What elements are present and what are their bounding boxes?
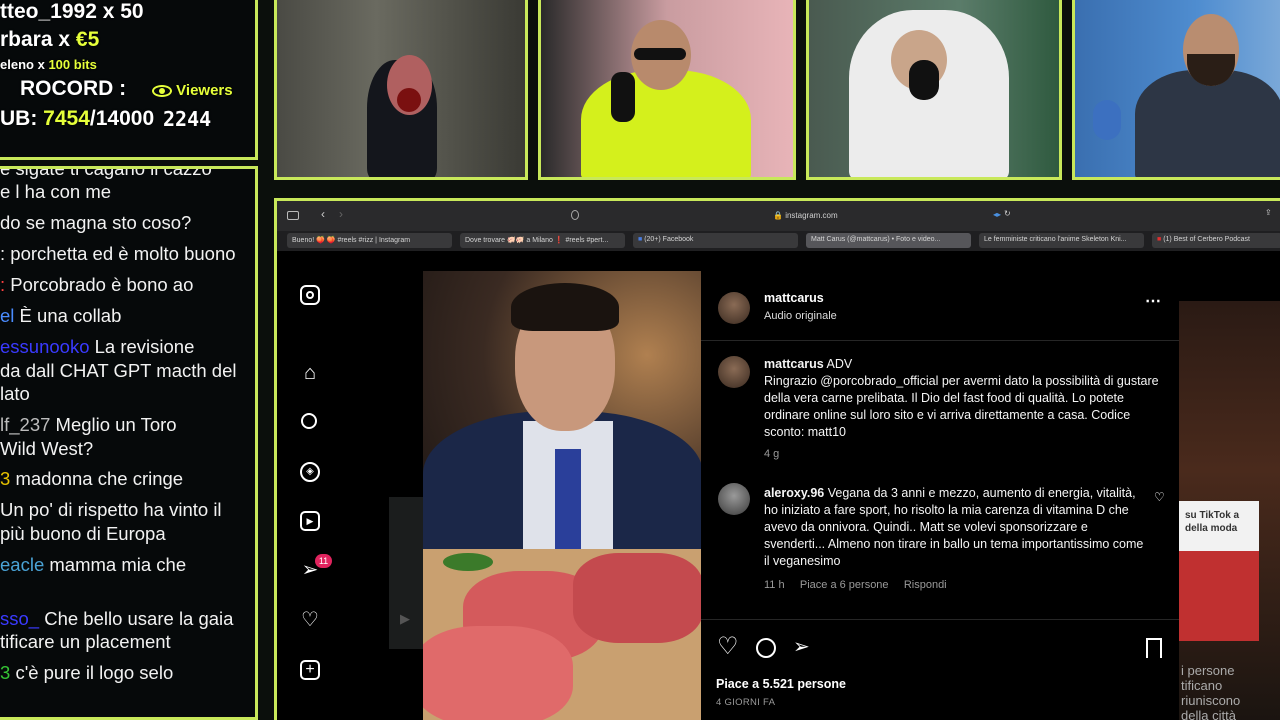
browser-tab-active[interactable]: Matt Carus (@mattcarus) • Foto e video..… <box>806 233 971 248</box>
instagram-logo-icon[interactable] <box>297 282 323 308</box>
url-text: instagram.com <box>785 211 838 220</box>
comment-time: 11 h <box>764 579 785 591</box>
chat-message: Un po' di rispetto ha vinto il <box>0 499 222 520</box>
avatar[interactable] <box>718 292 750 324</box>
browser-window: ‹ › 🔒 instagram.com ◂▸ ↻ ⇪ Bueno! 🍑 🍑 #r… <box>274 198 1280 720</box>
play-icon: ▶ <box>400 611 410 626</box>
chat-message: el È una collab <box>0 305 122 326</box>
side-text: i persone tificano riuniscono della città <box>1181 663 1241 720</box>
browser-tab[interactable]: Bueno! 🍑 🍑 #reels #rizz | Instagram <box>287 233 452 248</box>
donation-line-1: tteo_1992 x 50 <box>0 0 144 23</box>
webcam-4 <box>1072 0 1280 180</box>
search-icon[interactable] <box>297 409 323 435</box>
chat-message: eacle mamma mia che <box>0 554 187 575</box>
record-label: ROCORD : <box>20 77 127 100</box>
comment: aleroxy.96 Vegana da 3 anni e mezzo, aum… <box>764 485 1144 570</box>
microphone-icon <box>909 60 939 100</box>
eye-icon <box>152 85 172 98</box>
sidebar-toggle-icon[interactable] <box>287 211 299 220</box>
share-icon[interactable]: ➢ <box>793 635 810 659</box>
chat-message: : Porcobrado è bono ao <box>0 274 194 295</box>
browser-tab[interactable]: Le femministe criticano l'anime Skeleton… <box>979 233 1144 248</box>
caption-text: Ringrazio @porcobrado_official per averm… <box>764 374 1159 439</box>
webcam-3 <box>806 0 1062 180</box>
post-author[interactable]: mattcarus <box>764 291 824 305</box>
messages-badge: 11 <box>315 554 332 568</box>
reload-icon[interactable]: ↻ <box>1004 209 1011 218</box>
browser-tab[interactable]: Dove trovare 🐖🐖 a Milano ❗ #reels #pert.… <box>460 233 625 248</box>
stream-stats-panel: tteo_1992 x 50 rbara x €5 eleno x 100 bi… <box>0 0 258 160</box>
chat-message: lato <box>0 383 30 404</box>
comment-icon[interactable] <box>756 638 776 658</box>
viewers-count: 2244 <box>163 107 212 131</box>
chat-message: 3 c'è pure il logo selo <box>0 662 174 683</box>
browser-toolbar: ‹ › 🔒 instagram.com ◂▸ ↻ ⇪ <box>277 201 1280 231</box>
like-icon[interactable]: ♡ <box>717 635 739 659</box>
post-image <box>423 271 703 720</box>
share-icon[interactable]: ⇪ <box>1265 208 1272 217</box>
more-options-icon[interactable]: ⋯ <box>1145 291 1161 311</box>
caption-time: 4 g <box>764 448 780 460</box>
post-date: 4 GIORNI FA <box>716 697 776 708</box>
comment-author[interactable]: aleroxy.96 <box>764 486 824 500</box>
microphone-icon <box>1093 100 1121 140</box>
avatar[interactable] <box>718 356 750 388</box>
url-bar[interactable]: 🔒 instagram.com <box>773 211 838 220</box>
tie <box>555 449 581 549</box>
home-icon[interactable]: ⌂ <box>297 360 323 386</box>
shield-icon <box>571 210 579 220</box>
caption: mattcarus ADV Ringrazio @porcobrado_offi… <box>764 356 1164 441</box>
sub-goal: UB: 7454/14000 <box>0 107 155 130</box>
notifications-icon[interactable]: ♡ <box>297 607 323 633</box>
forward-icon[interactable]: › <box>339 207 343 221</box>
chat-message: : porchetta ed è molto buono <box>0 243 236 264</box>
microphone-icon <box>611 72 635 122</box>
browser-tab[interactable]: ■ (20+) Facebook <box>633 233 798 248</box>
webcam-1 <box>274 0 528 180</box>
viewers-label: Viewers <box>152 82 233 99</box>
explore-icon[interactable]: ◈ <box>297 459 323 485</box>
browser-tab[interactable]: ■ (1) Best of Cerbero Podcast <box>1152 233 1280 248</box>
chat-message: e l ha con me <box>0 181 112 202</box>
reply-button[interactable]: Rispondi <box>904 579 947 591</box>
reels-icon[interactable]: ▶ <box>297 508 323 534</box>
comment-likes[interactable]: Piace a 6 persone <box>800 579 889 591</box>
stream-chat: e sigate ti cagano il cazzo e l ha con m… <box>0 166 258 720</box>
create-icon[interactable]: + <box>297 657 323 683</box>
chat-message: e sigate ti cagano il cazzo <box>0 166 212 179</box>
chat-message: 3 madonna che cringe <box>0 468 184 489</box>
chat-message: essunooko La revisione <box>0 336 195 357</box>
chat-message: tificare un placement <box>0 631 171 652</box>
chat-message: do se magna sto coso? <box>0 212 192 233</box>
extension-icon[interactable]: ◂▸ <box>993 210 1001 219</box>
comment-like-icon[interactable]: ♡ <box>1154 490 1165 504</box>
chat-message: più buono di Europa <box>0 523 166 544</box>
caption-author[interactable]: mattcarus <box>764 357 824 371</box>
side-card-image <box>1179 551 1259 641</box>
chat-message: sso_ Che bello usare la gaia <box>0 608 234 629</box>
back-icon[interactable]: ‹ <box>321 207 325 221</box>
comment-meta: 11 h Piace a 6 persone Rispondi <box>764 579 947 591</box>
side-card: su TikTok a della moda <box>1179 501 1259 551</box>
chat-message: Wild West? <box>0 438 94 459</box>
chat-message: lf_237 Meglio un Toro <box>0 414 177 435</box>
adv-tag: ADV <box>826 357 853 371</box>
audio-label[interactable]: Audio originale <box>764 310 837 322</box>
donation-line-3: eleno x 100 bits <box>0 57 97 72</box>
donation-line-2: rbara x €5 <box>0 28 100 51</box>
chat-message: da dall CHAT GPT macth del <box>0 360 237 381</box>
person-dark-hoodie <box>1135 70 1280 177</box>
likes-count[interactable]: Piace a 5.521 persone <box>716 677 846 691</box>
divider <box>701 340 1179 341</box>
bookmark-icon[interactable] <box>1146 638 1162 658</box>
webcam-2 <box>538 0 796 180</box>
avatar[interactable] <box>718 483 750 515</box>
browser-tabs: Bueno! 🍑 🍑 #reels #rizz | Instagram Dove… <box>277 231 1280 251</box>
divider <box>701 619 1179 620</box>
post-details-panel: mattcarus Audio originale ⋯ mattcarus AD… <box>701 271 1179 720</box>
